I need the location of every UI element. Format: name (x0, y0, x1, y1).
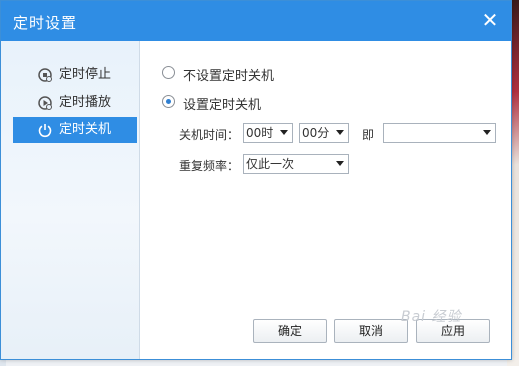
radio-button[interactable] (162, 66, 175, 79)
dialog-titlebar: 定时设置 ✕ (1, 1, 511, 41)
sidebar-item-timer-shutdown[interactable]: 定时关机 (13, 117, 137, 143)
ok-button[interactable]: 确定 (253, 319, 327, 343)
sidebar-item-timer-play[interactable]: 定时播放 (13, 90, 137, 116)
radio-label: 不设置定时关机 (183, 69, 275, 84)
close-icon[interactable]: ✕ (479, 9, 501, 31)
chevron-down-icon (336, 130, 344, 135)
timer-play-icon (37, 95, 53, 111)
watermark-logo: Bai 经验 (401, 309, 462, 325)
repeat-value: 仅此一次 (246, 157, 295, 171)
repeat-label: 重复频率： (179, 159, 240, 173)
power-icon (37, 122, 53, 138)
timer-stop-icon (37, 67, 53, 83)
hour-value: 00时 (246, 126, 274, 140)
repeat-select[interactable]: 仅此一次 (243, 154, 349, 174)
minute-select[interactable]: 00分 (299, 123, 349, 143)
sidebar: 定时停止 定时播放 定时关机 (1, 41, 140, 359)
minute-value: 00分 (302, 126, 330, 140)
sidebar-item-timer-stop[interactable]: 定时停止 (13, 62, 137, 88)
cancel-button[interactable]: 取消 (334, 319, 408, 343)
radio-label: 设置定时关机 (183, 98, 262, 113)
shutdown-time-label: 关机时间： (179, 128, 240, 142)
sidebar-item-label: 定时播放 (59, 95, 112, 110)
date-select[interactable] (383, 123, 496, 143)
hour-select[interactable]: 00时 (243, 123, 293, 143)
date-label: 即 (362, 128, 375, 142)
dialog-title: 定时设置 (13, 14, 78, 32)
sidebar-item-label: 定时关机 (59, 122, 112, 137)
chevron-down-icon (483, 130, 491, 135)
sidebar-item-label: 定时停止 (59, 67, 112, 82)
radio-button-checked[interactable] (162, 95, 175, 108)
chevron-down-icon (336, 161, 344, 166)
chevron-down-icon (280, 130, 288, 135)
